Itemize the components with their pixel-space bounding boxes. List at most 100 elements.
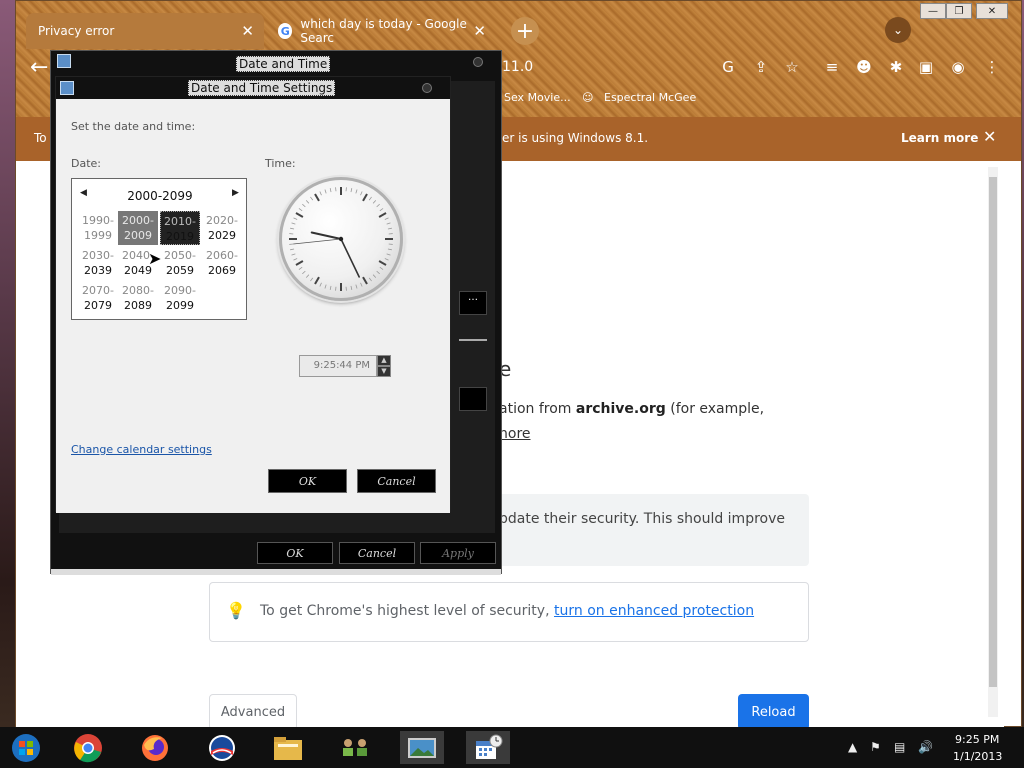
menu-dots-icon[interactable]: ⋮ (982, 57, 1002, 77)
taskbar-date-time[interactable] (466, 731, 510, 764)
tab-privacy-error[interactable]: Privacy error ✕ (26, 13, 264, 49)
change-calendar-settings-link[interactable]: Change calendar settings (71, 443, 212, 456)
bookmark-face-icon: ☺ (582, 91, 594, 104)
extensions-puzzle-icon[interactable]: ✱ (886, 57, 906, 77)
tab-google-search[interactable]: G which day is today - Google Searc ✕ (266, 13, 496, 49)
taskbar-time[interactable]: 9:25 PM (955, 733, 999, 746)
decade-cell[interactable]: 2090- 2099 (160, 281, 200, 315)
taskbar-photo-viewer[interactable] (400, 731, 444, 764)
clock-tick (372, 274, 377, 278)
spin-down-icon[interactable]: ▼ (377, 366, 391, 377)
change-timezone-button[interactable] (459, 387, 487, 411)
decade-cell[interactable]: 2060- 2069 (202, 246, 242, 280)
bookmark-item[interactable]: Espectral McGee (604, 91, 696, 104)
advanced-button[interactable]: Advanced (209, 694, 297, 730)
decade-cell[interactable]: 2020- 2029 (202, 211, 242, 245)
clock-tick (384, 258, 389, 261)
cancel-button[interactable]: Cancel (339, 542, 415, 564)
close-icon[interactable] (473, 57, 483, 67)
control-panel-icon (60, 81, 74, 95)
action-center-flag-icon[interactable]: ⚑ (870, 740, 881, 754)
decade-cell[interactable]: 2000- 2009 (118, 211, 158, 245)
reload-button[interactable]: Reload (738, 694, 809, 730)
clock-tick (355, 284, 358, 289)
time-input[interactable]: 9:25:44 PM (299, 355, 377, 377)
clock-tick (350, 188, 353, 193)
decade-start: 2070- (82, 284, 114, 297)
ok-button[interactable]: OK (268, 469, 347, 493)
network-users-icon (343, 738, 367, 756)
clock-tick (384, 217, 389, 220)
infobar-text: er is using Windows 8.1. (502, 131, 649, 145)
clock-tick (295, 260, 304, 266)
taskbar-firefox[interactable] (133, 731, 177, 764)
enhanced-protection-link[interactable]: turn on enhanced protection (554, 603, 754, 619)
close-window-button[interactable]: ✕ (976, 3, 1008, 19)
bookmark-item[interactable]: Sex Movie... (504, 91, 571, 104)
decade-start: 1990- (82, 214, 114, 227)
next-arrow-icon[interactable]: ▶ (232, 188, 239, 198)
decade-cell[interactable]: 2050- 2059 (160, 246, 200, 280)
maximize-button[interactable]: ❐ (946, 3, 972, 19)
new-tab-button[interactable]: + (511, 17, 539, 45)
taskbar-date[interactable]: 1/1/2013 (953, 750, 1002, 763)
profile-avatar-icon[interactable]: ◉ (948, 57, 968, 77)
scrollbar-thumb[interactable] (989, 177, 997, 687)
side-panel-icon[interactable]: ▣ (916, 57, 936, 77)
change-date-time-button[interactable]: … (459, 291, 487, 315)
taskbar-obama-logo[interactable] (200, 731, 244, 764)
show-hidden-icons-icon[interactable]: ▲ (848, 740, 857, 754)
ok-button[interactable]: OK (257, 542, 333, 564)
apply-button[interactable]: Apply (420, 542, 496, 564)
clock-tick (319, 191, 322, 196)
decade-start: 2090- (164, 284, 196, 297)
bookmark-star-icon[interactable]: ☆ (782, 57, 802, 77)
share-icon[interactable]: ⇪ (751, 57, 771, 77)
decade-start: 2020- (206, 214, 238, 227)
clock-face (289, 187, 393, 291)
clock-tick (293, 217, 298, 220)
para-text: ation from (499, 401, 576, 417)
calendar-header[interactable]: 2000-2099 (72, 189, 248, 203)
close-tab-icon[interactable]: ✕ (241, 22, 254, 40)
analog-clock (279, 177, 403, 301)
decade-cell[interactable]: 2010- 2019 (160, 211, 200, 245)
volume-icon[interactable]: 🔊 (918, 740, 933, 754)
windows-logo-icon (12, 733, 40, 762)
extension-flag-icon[interactable]: ≡ (822, 57, 842, 77)
start-button[interactable] (4, 731, 48, 764)
mouse-cursor-icon: ➤ (148, 249, 162, 268)
cancel-button[interactable]: Cancel (357, 469, 436, 493)
learn-more-link[interactable]: nore (499, 426, 531, 442)
decade-start: 2060- (206, 249, 238, 262)
back-arrow-icon[interactable]: ← (30, 55, 48, 80)
time-spinner: ▲ ▼ (377, 355, 391, 377)
minimize-button[interactable]: — (920, 3, 946, 19)
address-bar[interactable]: 11.0 (486, 53, 826, 81)
clock-tick (293, 258, 298, 261)
clock-tick (387, 248, 392, 251)
decade-cell[interactable]: 2080- 2089 (118, 281, 158, 315)
close-icon[interactable] (422, 83, 432, 93)
extension-face-icon[interactable]: ☻ (854, 57, 874, 77)
taskbar-chrome[interactable] (66, 731, 110, 764)
learn-more-link[interactable]: Learn more (901, 131, 978, 145)
close-icon[interactable]: ✕ (983, 127, 996, 146)
image-viewer-icon (408, 737, 436, 758)
google-lens-icon[interactable]: G (718, 57, 738, 77)
calendar-clock-icon (476, 734, 503, 759)
decade-cell[interactable]: 2070- 2079 (78, 281, 118, 315)
tab-search-chevron-icon[interactable]: ⌄ (885, 17, 911, 43)
close-tab-icon[interactable]: ✕ (473, 22, 486, 40)
taskbar-file-explorer[interactable] (266, 731, 310, 764)
decade-cell[interactable]: 1990- 1999 (78, 211, 118, 245)
tab-label: Privacy error (38, 24, 115, 38)
network-icon[interactable]: ▤ (894, 740, 905, 754)
taskbar-network[interactable] (333, 731, 377, 764)
decade-cell[interactable]: 2030- 2039 (78, 246, 118, 280)
scrollbar[interactable] (988, 167, 998, 717)
clock-tick (386, 253, 391, 256)
spin-up-icon[interactable]: ▲ (377, 355, 391, 366)
clock-tick (386, 222, 391, 225)
clock-tick (310, 277, 314, 282)
